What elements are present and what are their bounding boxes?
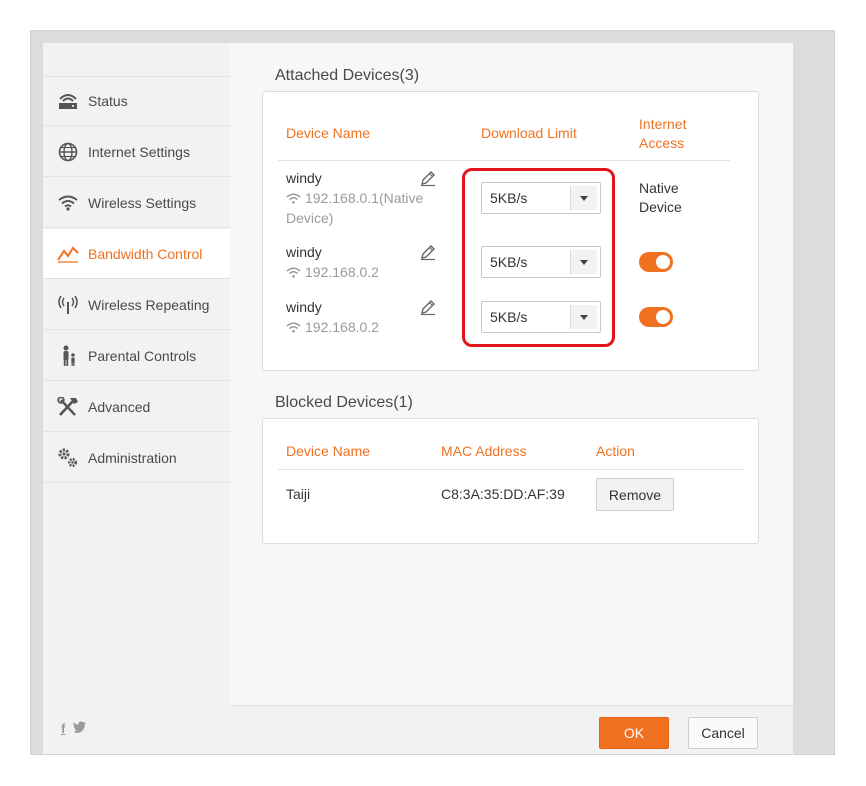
internet-access-toggle[interactable] [639, 252, 673, 272]
sidebar-item-parental-controls[interactable]: Parental Controls [43, 331, 230, 381]
gears-icon [56, 446, 80, 470]
device-ip: 192.168.0.2 [286, 263, 379, 283]
sidebar-item-wireless-repeating[interactable]: Wireless Repeating [43, 280, 230, 330]
facebook-icon[interactable]: f [61, 721, 65, 736]
sidebar-item-label: Bandwidth Control [88, 245, 203, 262]
sidebar-item-wireless-settings[interactable]: Wireless Settings [43, 178, 230, 228]
footer-bar: OK Cancel [230, 705, 793, 754]
globe-icon [56, 140, 80, 164]
blocked-device-mac: C8:3A:35:DD:AF:39 [441, 486, 565, 502]
wifi-icon [286, 264, 301, 283]
divider [278, 469, 744, 470]
sidebar-item-bandwidth-control[interactable]: Bandwidth Control [43, 229, 230, 279]
sidebar-item-label: Wireless Settings [88, 194, 197, 211]
antenna-icon [56, 293, 80, 317]
sidebar-item-status[interactable]: Status [43, 76, 230, 126]
column-header-action: Action [596, 443, 635, 459]
wifi-icon [56, 191, 80, 215]
wifi-icon [286, 319, 301, 338]
twitter-icon[interactable] [73, 721, 87, 736]
sidebar-item-label: Parental Controls [88, 347, 197, 364]
sidebar: Status Internet Settings Wireless Settin… [43, 43, 230, 754]
edit-icon[interactable] [419, 243, 437, 261]
divider [278, 160, 730, 161]
device-ip: 192.168.0.1(Native Device) [286, 190, 424, 226]
column-header-device-name: Device Name [286, 443, 371, 459]
attached-devices-title: Attached Devices(3) [275, 67, 420, 84]
device-name: windy [286, 170, 322, 186]
device-name: windy [286, 244, 322, 260]
edit-icon[interactable] [419, 169, 437, 187]
wifi-icon [286, 190, 301, 209]
parent-child-icon [56, 344, 80, 368]
column-header-download-limit: Download Limit [481, 125, 577, 141]
sidebar-item-label: Internet Settings [88, 143, 190, 160]
column-header-device-name: Device Name [286, 125, 371, 141]
blocked-devices-title: Blocked Devices(1) [275, 394, 413, 411]
sidebar-item-label: Wireless Repeating [88, 296, 210, 313]
blocked-device-name: Taiji [286, 486, 311, 502]
column-header-mac-address: MAC Address [441, 443, 527, 459]
sidebar-item-internet-settings[interactable]: Internet Settings [43, 127, 230, 177]
tools-icon [56, 395, 80, 419]
sidebar-item-advanced[interactable]: Advanced [43, 382, 230, 432]
sidebar-item-label: Advanced [88, 398, 151, 415]
cancel-button[interactable]: Cancel [688, 717, 758, 749]
social-links: f [61, 721, 87, 736]
blocked-devices-card: Device Name MAC Address Action Taiji C8:… [262, 418, 759, 544]
sidebar-item-label: Status [88, 93, 128, 109]
edit-icon[interactable] [419, 298, 437, 316]
main-content: Attached Devices(3) Device Name Download… [230, 43, 793, 754]
device-ip: 192.168.0.2 [286, 318, 379, 338]
sidebar-item-label: Administration [88, 449, 177, 466]
sidebar-item-administration[interactable]: Administration [43, 433, 230, 483]
native-device-label: Native Device [639, 180, 682, 215]
column-header-internet-access: Internet Access [639, 116, 687, 151]
remove-button[interactable]: Remove [596, 478, 674, 511]
device-name: windy [286, 299, 322, 315]
bandwidth-icon [56, 242, 80, 266]
download-limit-highlight [462, 168, 615, 347]
ok-button[interactable]: OK [599, 717, 669, 749]
router-icon [56, 89, 80, 113]
internet-access-toggle[interactable] [639, 307, 673, 327]
